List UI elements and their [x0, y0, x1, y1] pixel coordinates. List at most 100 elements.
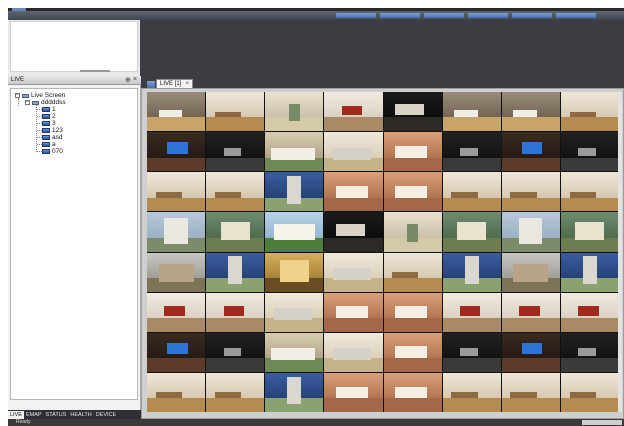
camera-tile[interactable]: [501, 252, 560, 292]
live-panel: LIVE ⊕ × − Live Screen − dddddss 1 2 3 1…: [8, 76, 141, 419]
camera-tile[interactable]: [560, 132, 619, 172]
camera-tile[interactable]: [442, 172, 501, 212]
camera-tile[interactable]: [501, 292, 560, 332]
camera-tile[interactable]: [206, 92, 265, 132]
camera-tile[interactable]: [147, 92, 206, 132]
camera-tile[interactable]: [442, 132, 501, 172]
scene-object: [336, 224, 366, 236]
tree-camera[interactable]: 2: [42, 113, 56, 120]
camera-tile[interactable]: [147, 252, 206, 292]
tree-camera[interactable]: asd: [42, 134, 62, 141]
scene-object: [406, 224, 419, 242]
camera-tile[interactable]: [501, 372, 560, 412]
camera-tile[interactable]: [442, 292, 501, 332]
camera-tile[interactable]: [206, 132, 265, 172]
camera-tile[interactable]: [383, 132, 442, 172]
camera-tile[interactable]: [560, 252, 619, 292]
camera-tile[interactable]: [265, 332, 324, 372]
camera-tile[interactable]: [324, 132, 383, 172]
tab-device[interactable]: DEVICE: [94, 411, 118, 419]
scrollbar[interactable]: [618, 92, 622, 412]
collapse-icon[interactable]: −: [15, 93, 20, 98]
camera-tile[interactable]: [442, 92, 501, 132]
collapse-icon[interactable]: −: [25, 100, 30, 105]
camera-tile[interactable]: [501, 92, 560, 132]
close-icon[interactable]: ×: [133, 76, 137, 83]
camera-tile[interactable]: [324, 372, 383, 412]
camera-tile[interactable]: [501, 212, 560, 252]
camera-tile[interactable]: [206, 292, 265, 332]
close-tab-icon[interactable]: ×: [185, 80, 189, 88]
camera-tile[interactable]: [383, 372, 442, 412]
pin-icon[interactable]: ⊕: [125, 76, 131, 84]
camera-tile[interactable]: [383, 292, 442, 332]
camera-tile[interactable]: [501, 332, 560, 372]
camera-tile[interactable]: [442, 212, 501, 252]
camera-tile[interactable]: [147, 212, 206, 252]
tree-camera[interactable]: 3: [42, 120, 56, 127]
camera-tile[interactable]: [560, 92, 619, 132]
camera-tile[interactable]: [324, 292, 383, 332]
toolbar-button[interactable]: [380, 13, 420, 18]
toolbar-button[interactable]: [336, 13, 376, 18]
camera-tile[interactable]: [383, 332, 442, 372]
camera-tile[interactable]: [442, 332, 501, 372]
camera-tile[interactable]: [206, 332, 265, 372]
tree-root[interactable]: − Live Screen: [15, 92, 65, 99]
camera-tile[interactable]: [324, 172, 383, 212]
toolbar-button[interactable]: [512, 13, 552, 18]
tab-emap[interactable]: EMAP: [24, 411, 44, 419]
camera-tile[interactable]: [442, 372, 501, 412]
tree-camera[interactable]: 070: [42, 148, 63, 155]
tree-camera[interactable]: 1: [42, 106, 56, 113]
camera-tile[interactable]: [442, 252, 501, 292]
camera-tile[interactable]: [501, 132, 560, 172]
camera-tile[interactable]: [265, 92, 324, 132]
camera-tile[interactable]: [560, 292, 619, 332]
tab-live-view[interactable]: LIVE [1] ×: [156, 79, 193, 88]
camera-tile[interactable]: [265, 132, 324, 172]
camera-icon: [42, 135, 50, 140]
camera-tile[interactable]: [147, 172, 206, 212]
camera-tile[interactable]: [383, 212, 442, 252]
toolbar-button[interactable]: [556, 13, 596, 18]
camera-tile[interactable]: [206, 172, 265, 212]
camera-tile[interactable]: [206, 252, 265, 292]
camera-tile[interactable]: [324, 212, 383, 252]
camera-tile[interactable]: [265, 372, 324, 412]
scene-floor: [265, 358, 324, 372]
camera-tile[interactable]: [265, 212, 324, 252]
camera-tile[interactable]: [265, 292, 324, 332]
toolbar-button[interactable]: [468, 13, 508, 18]
camera-tile[interactable]: [383, 92, 442, 132]
scene-floor: [206, 318, 265, 332]
camera-tile[interactable]: [383, 252, 442, 292]
camera-tile[interactable]: [560, 332, 619, 372]
tab-live[interactable]: LIVE: [8, 410, 24, 419]
tree-group[interactable]: − dddddss: [25, 99, 66, 106]
camera-tile[interactable]: [147, 332, 206, 372]
camera-tile[interactable]: [265, 172, 324, 212]
tab-health[interactable]: HEALTH: [68, 411, 93, 419]
tab-status[interactable]: STATUS: [44, 411, 69, 419]
camera-tile[interactable]: [147, 132, 206, 172]
camera-tile[interactable]: [147, 292, 206, 332]
camera-tile[interactable]: [560, 212, 619, 252]
tree-camera[interactable]: a: [42, 141, 56, 148]
toolbar-button[interactable]: [424, 13, 464, 18]
camera-tile[interactable]: [324, 252, 383, 292]
camera-tile[interactable]: [560, 172, 619, 212]
camera-tile[interactable]: [265, 252, 324, 292]
camera-tile[interactable]: [324, 332, 383, 372]
camera-tile[interactable]: [147, 372, 206, 412]
camera-tile[interactable]: [324, 92, 383, 132]
tree-camera[interactable]: 123: [42, 127, 63, 134]
camera-tile[interactable]: [206, 372, 265, 412]
camera-tile[interactable]: [501, 172, 560, 212]
camera-tile[interactable]: [206, 212, 265, 252]
camera-tile[interactable]: [560, 372, 619, 412]
camera-tile[interactable]: [383, 172, 442, 212]
device-tree[interactable]: − Live Screen − dddddss 1 2 3 123 asd a …: [10, 88, 138, 400]
view-selector-icon[interactable]: [147, 81, 155, 88]
scene-object: [341, 105, 363, 116]
